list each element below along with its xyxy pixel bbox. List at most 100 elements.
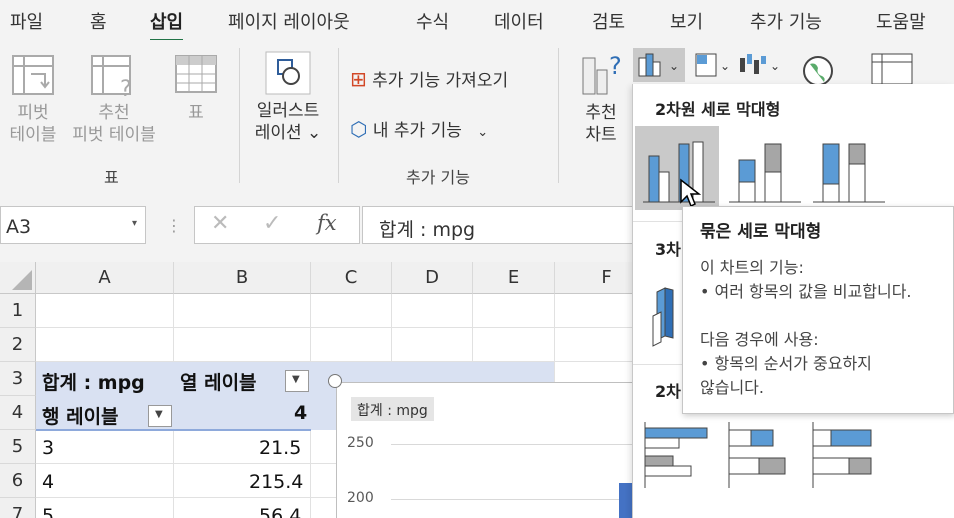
tab-home[interactable]: 홈 [90,8,107,34]
shapes-icon [265,51,311,95]
illustrations-button[interactable]: 일러스트 레이션 ⌄ [250,50,326,144]
row-label-cell[interactable]: 3 [42,437,54,459]
ribbon-separator [338,48,339,183]
svg-text:⌄: ⌄ [669,59,679,73]
column-chart-dropdown-button[interactable]: ⌄ [633,48,685,82]
globe-icon [803,56,833,86]
percent-stacked-column-option[interactable] [809,126,893,210]
recommended-pivot-label: 추천 피벗 테이블 [72,103,156,145]
chart-field-button[interactable]: 합계 : mpg [351,397,434,421]
3d-column-option[interactable] [647,272,687,352]
clustered-column-option[interactable] [635,126,719,210]
tab-formulas[interactable]: 수식 [416,8,449,34]
tab-insert[interactable]: 삽입 [150,8,184,42]
addins-group-label: 추가 기능 [406,168,470,187]
tooltip-text: 이 차트의 기능: [700,258,804,277]
select-all-corner[interactable] [0,262,36,294]
svg-text:⌄: ⌄ [720,59,730,73]
tab-addins[interactable]: 추가 기능 [750,8,822,34]
column-header-b[interactable]: B [174,262,311,294]
pivot-table-label: 피벗 테이블 [9,103,57,145]
value-cell[interactable]: 56.4 [259,505,301,518]
chart-type-tooltip: 묶은 세로 막대형 이 차트의 기능: • 여러 항목의 값을 비교합니다. 다… [682,206,954,414]
column-labels-cell[interactable]: 열 레이블 [180,368,257,395]
get-addins-button[interactable]: ⊞ 추가 기능 가져오기 [350,66,508,91]
row-label-cell[interactable]: 4 [42,471,54,493]
tab-review[interactable]: 검토 [592,8,625,34]
tab-view[interactable]: 보기 [670,8,703,34]
insert-function-icon[interactable]: fx [317,211,337,235]
svg-text:⌄: ⌄ [770,59,780,73]
tab-page-layout[interactable]: 페이지 레이아웃 [228,8,350,34]
row-header-3[interactable]: 3 [0,362,36,396]
cancel-icon[interactable]: ✕ [211,211,229,236]
percent-stacked-bar-option[interactable] [809,420,893,490]
row-header-2[interactable]: 2 [0,328,36,362]
formula-buttons: ✕ ✓ fx [194,206,360,244]
tab-help[interactable]: 도움말 [876,8,926,34]
clustered-column-chart-icon [643,141,715,203]
column-header-e[interactable]: E [473,262,555,294]
recommended-pivot-button[interactable]: ? 추천 피벗 테이블 [66,52,162,146]
value-cell[interactable]: 215.4 [249,471,303,493]
maps-button[interactable] [800,54,836,88]
gallery-section-2d-bar: 2차 [655,382,681,401]
chart-area[interactable]: 합계 : mpg 250 200 [336,382,656,518]
stacked-bar-option[interactable] [725,420,809,490]
column-labels-filter-button[interactable]: ▼ [285,370,309,392]
tables-group-label: 표 [104,168,119,187]
tooltip-spacer [700,304,953,328]
stacked-column-chart-icon [729,143,801,203]
stacked-column-option[interactable] [723,126,807,210]
row-header-4[interactable]: 4 [0,396,36,430]
value-cell[interactable]: 21.5 [259,437,301,459]
column-header-d[interactable]: D [392,262,473,294]
column-value-cell[interactable]: 4 [294,402,307,424]
recommended-charts-icon: ? [582,52,622,95]
row-header-6[interactable]: 6 [0,464,36,498]
recommended-pivot-icon: ? [91,55,132,98]
recommended-charts-button[interactable]: ? 추천 차트 [572,52,630,146]
clustered-bar-option[interactable] [639,420,723,490]
percent-stacked-bar-chart-icon [812,422,872,488]
tab-file[interactable]: 파일 [10,8,43,34]
illustrations-label: 일러스트 레이션 ⌄ [254,101,322,143]
my-addins-label: 내 추가 기능 [372,121,462,141]
row-header-1[interactable]: 1 [0,294,36,328]
row-header-5[interactable]: 5 [0,430,36,464]
row-labels-filter-button[interactable]: ▼ [148,405,172,427]
y-axis-tick: 200 [347,490,374,506]
chart-gridline [391,499,641,500]
waterfall-chart-icon: ⌄ [740,54,780,74]
tooltip-text: • 항목의 순서가 중요하지 [700,354,872,373]
ribbon-separator [239,48,240,183]
row-labels-cell[interactable]: 행 레이블 [42,402,119,429]
tooltip-title: 묶은 세로 막대형 [700,222,822,242]
tab-data[interactable]: 데이터 [494,8,544,34]
pivot-chart-icon [871,53,913,85]
row-header-7[interactable]: 7 [0,498,36,518]
chart-bar [619,483,633,518]
row-label-cell[interactable]: 5 [42,505,54,518]
pivot-value-field-cell[interactable]: 합계 : mpg [42,368,145,395]
my-addins-button[interactable]: ⬡ 내 추가 기능 ⌄ [350,116,488,141]
waterfall-chart-dropdown-button[interactable]: ⌄ [736,48,782,82]
column-chart-icon: ⌄ [638,53,679,77]
column-header-c[interactable]: C [311,262,392,294]
chart-gridline [391,444,641,445]
pivot-chart-button[interactable] [870,50,914,86]
name-box[interactable]: A3 ▾ [0,206,146,244]
enter-icon[interactable]: ✓ [263,211,281,236]
svg-text:?: ? [609,52,622,80]
chart-resize-handle[interactable] [328,374,342,388]
pivot-table-button[interactable]: 피벗 테이블 [4,52,62,146]
table-button[interactable]: 표 [170,52,222,124]
ribbon-separator [558,48,559,183]
hierarchy-chart-dropdown-button[interactable]: ⌄ [692,48,732,82]
column-header-a[interactable]: A [36,262,174,294]
tooltip-text: 않습니다. [700,378,764,397]
store-icon: ⊞ [350,67,367,91]
chevron-down-icon: ▼ [292,374,300,385]
svg-text:?: ? [120,77,132,98]
ribbon-tabs: 파일 홈 삽입 페이지 레이아웃 수식 데이터 검토 보기 추가 기능 도움말 [0,0,954,42]
